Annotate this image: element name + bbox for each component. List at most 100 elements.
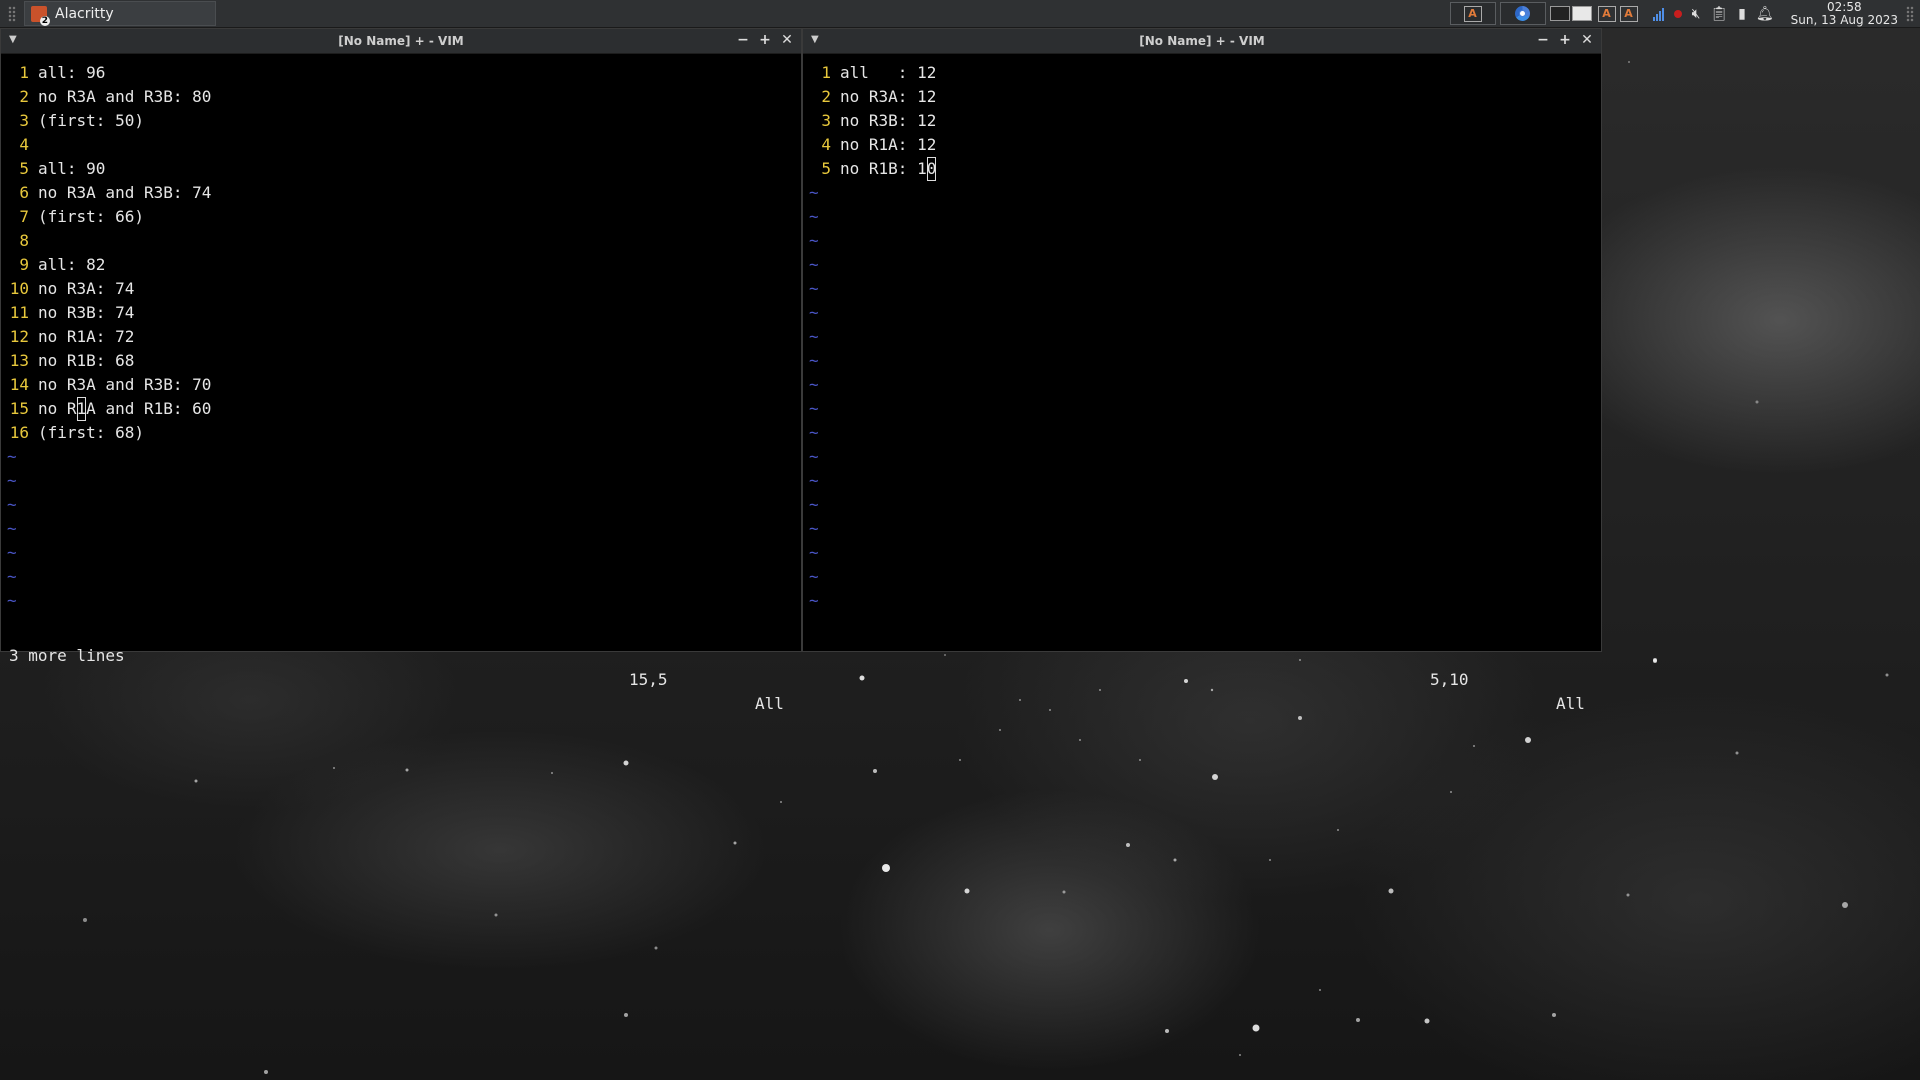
empty-line-marker: ~ [809, 279, 819, 298]
line-text: no R1B: 1 [840, 159, 927, 178]
system-tray: A A A 🔇︎ 📋︎ ▮ 🔔︎ 02:58 Sun, 13 Aug 2023 [1449, 0, 1920, 27]
vim-window-left[interactable]: ▼ [No Name] + - VIM − + ✕ 1 all: 96 2 no R… [0, 28, 802, 713]
line-text: all : 12 [840, 63, 937, 82]
clock-date: Sun, 13 Aug 2023 [1790, 12, 1898, 27]
minimize-icon[interactable]: − [1537, 32, 1549, 48]
clock-time: 02:58 [1827, 0, 1862, 14]
empty-line-marker: ~ [809, 327, 819, 346]
alacritty-launcher-icon: A [1463, 5, 1482, 22]
line-number: 16 [9, 423, 29, 442]
maximize-icon[interactable]: + [1559, 32, 1571, 48]
vim-editor-left[interactable]: 1 all: 96 2 no R3A and R3B: 80 3 (first: 50… [1, 54, 801, 713]
window-count-badge: 2 [39, 15, 50, 26]
line-number: 5 [821, 159, 831, 178]
tray-app-icon-1[interactable]: A [1597, 5, 1616, 22]
minimize-icon[interactable]: − [737, 32, 749, 48]
empty-line-marker: ~ [809, 183, 819, 202]
line-number: 1 [19, 63, 29, 82]
window-titlebar[interactable]: ▼ [No Name] + - VIM − + ✕ [1, 29, 801, 54]
scroll-indicator: All [1556, 694, 1585, 713]
editor-line: 4 no R1A: 12 [803, 133, 1601, 157]
editor-line: 3 no R3B: 12 [803, 109, 1601, 133]
line-text: no R3A and R3B: 70 [38, 375, 212, 394]
line-text: no R3A and R3B: 80 [38, 87, 212, 106]
line-text: no R1A: 12 [840, 135, 937, 154]
editor-line: 3 (first: 50) [1, 109, 801, 133]
workspace-2[interactable] [1571, 6, 1592, 21]
empty-line-marker: ~ [809, 447, 819, 466]
line-text: no R [38, 399, 77, 418]
volume-muted-icon[interactable]: 🔇︎ [1692, 6, 1701, 22]
editor-line-current: 15 no R1A and R1B: 60 [1, 397, 801, 421]
recording-indicator-icon[interactable] [1673, 9, 1682, 18]
line-text: no R3A: 12 [840, 87, 937, 106]
vim-status-line: 5,10 All [803, 620, 1601, 713]
empty-line-marker: ~ [809, 543, 819, 562]
empty-line-marker: ~ [7, 447, 17, 466]
status-message: 3 more lines [9, 646, 125, 665]
launcher-alacritty-button[interactable]: A [1449, 2, 1496, 25]
line-text: (first: 68) [38, 423, 144, 442]
window-title: [No Name] + - VIM [338, 34, 464, 48]
empty-line-marker: ~ [7, 471, 17, 490]
launcher-chromium-button[interactable] [1499, 2, 1546, 25]
line-text: all: 96 [38, 63, 106, 82]
maximize-icon[interactable]: + [759, 32, 771, 48]
editor-line: 2 no R3A: 12 [803, 85, 1601, 109]
editor-line: 7 (first: 66) [1, 205, 801, 229]
window-titlebar[interactable]: ▼ [No Name] + - VIM − + ✕ [803, 29, 1601, 54]
empty-line-marker: ~ [809, 399, 819, 418]
empty-line-marker: ~ [7, 591, 17, 610]
vim-window-right[interactable]: ▼ [No Name] + - VIM − + ✕ 1 all : 12 2 no … [802, 28, 1602, 713]
line-number: 5 [19, 159, 29, 178]
line-text: no R3A and R3B: 74 [38, 183, 212, 202]
panel-grip-right-icon[interactable] [1906, 5, 1914, 22]
empty-line-marker: ~ [7, 495, 17, 514]
clock[interactable]: 02:58 Sun, 13 Aug 2023 [1790, 0, 1898, 27]
notification-bell-icon[interactable]: 🔔︎ [1756, 6, 1774, 22]
line-number: 3 [19, 111, 29, 130]
editor-line-current: 5 no R1B: 10 [803, 157, 1601, 181]
close-icon[interactable]: ✕ [781, 32, 793, 48]
empty-line-marker: ~ [809, 207, 819, 226]
line-number: 1 [821, 63, 831, 82]
editor-line: 11 no R3B: 74 [1, 301, 801, 325]
text-cursor: 0 [926, 157, 937, 181]
line-number: 8 [19, 231, 29, 250]
line-number: 14 [9, 375, 29, 394]
line-text: A and R1B: 60 [86, 399, 212, 418]
editor-line: 13 no R1B: 68 [1, 349, 801, 373]
panel-grip-icon[interactable] [8, 5, 16, 22]
empty-line-marker: ~ [809, 423, 819, 442]
workspace-1[interactable] [1549, 6, 1570, 21]
close-icon[interactable]: ✕ [1581, 32, 1593, 48]
editor-line: 9 all: 82 [1, 253, 801, 277]
chromium-icon [1515, 6, 1531, 21]
vim-editor-right[interactable]: 1 all : 12 2 no R3A: 12 3 no R3B: 12 4 no R1… [803, 54, 1601, 713]
empty-line-marker: ~ [809, 255, 819, 274]
network-signal-icon[interactable] [1652, 7, 1664, 21]
cursor-position: 5,10 [1430, 670, 1469, 689]
editor-line: 12 no R1A: 72 [1, 325, 801, 349]
line-text: no R3B: 12 [840, 111, 937, 130]
line-text: no R3A: 74 [38, 279, 135, 298]
battery-icon[interactable]: ▮ [1738, 6, 1746, 22]
clipboard-icon[interactable]: 📋︎ [1710, 6, 1728, 22]
text-cursor: 1 [76, 397, 87, 421]
line-text: no R1A: 72 [38, 327, 135, 346]
line-number: 11 [9, 303, 29, 322]
line-number: 4 [821, 135, 831, 154]
taskbar-item-label: Alacritty [55, 5, 114, 22]
editor-line: 6 no R3A and R3B: 74 [1, 181, 801, 205]
editor-line: 1 all: 96 [1, 61, 801, 85]
window-title: [No Name] + - VIM [1139, 34, 1265, 48]
line-number: 12 [9, 327, 29, 346]
taskbar-item-alacritty[interactable]: 2 Alacritty [24, 1, 216, 26]
line-number: 15 [9, 399, 29, 418]
line-number: 2 [821, 87, 831, 106]
empty-line-marker: ~ [7, 519, 17, 538]
empty-line-marker: ~ [7, 567, 17, 586]
vim-status-line: 3 more lines 15,5 All [1, 620, 801, 713]
tray-app-icon-2[interactable]: A [1619, 5, 1638, 22]
editor-line: 2 no R3A and R3B: 80 [1, 85, 801, 109]
